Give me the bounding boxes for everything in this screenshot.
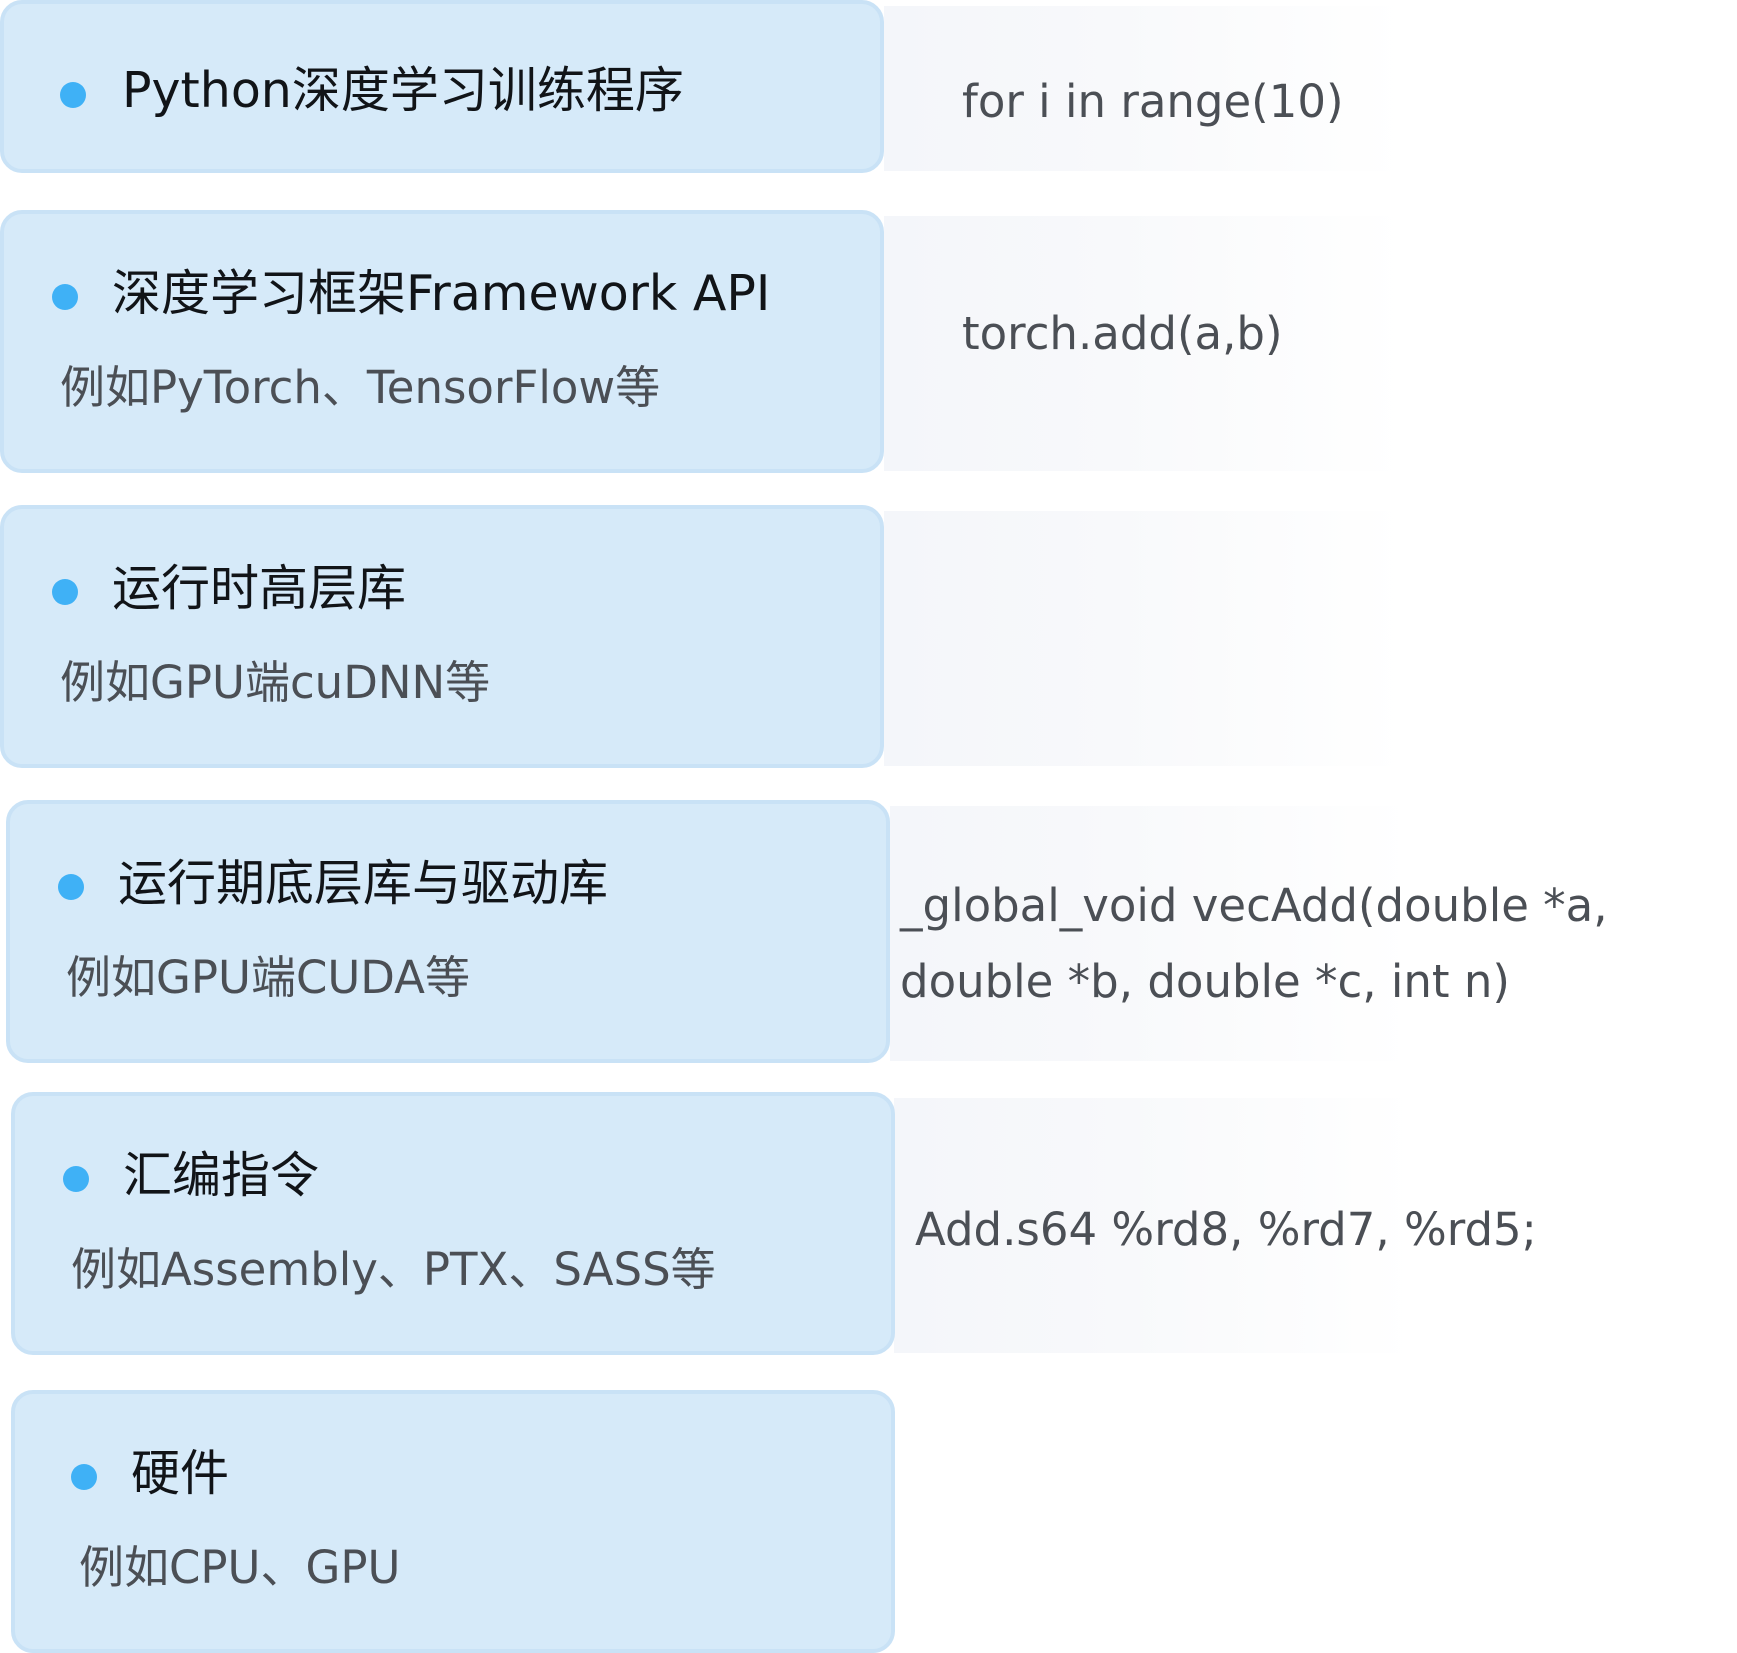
bullet-dot-icon [71, 1464, 97, 1490]
code-line: _global_void vecAdd(double *a, [900, 879, 1608, 932]
layer-title: 汇编指令 [123, 1147, 320, 1204]
layer-runtime-low-level-and-driver: 运行期底层库与驱动库 例如GPU端CUDA等 _global_void vecA… [0, 800, 1737, 1063]
code-example: Add.s64 %rd8, %rd7, %rd5; [915, 1192, 1537, 1268]
layer-title: 运行期底层库与驱动库 [118, 855, 609, 912]
layer-title: 硬件 [131, 1445, 230, 1502]
layer-card: 深度学习框架Framework API 例如PyTorch、TensorFlow… [0, 210, 884, 473]
code-example: torch.add(a,b) [962, 296, 1283, 372]
layer-title: 深度学习框架Framework API [112, 265, 771, 322]
layer-python-program: Python深度学习训练程序 for i in range(10) [0, 0, 1737, 173]
code-line: torch.add(a,b) [962, 307, 1283, 360]
layer-title: 运行时高层库 [112, 560, 407, 617]
layer-card: 汇编指令 例如Assembly、PTX、SASS等 [11, 1092, 895, 1355]
code-line: for i in range(10) [962, 75, 1344, 128]
layer-card: 硬件 例如CPU、GPU [11, 1390, 895, 1653]
layer-subtitle: 例如GPU端CUDA等 [66, 951, 470, 1004]
layer-subtitle: 例如Assembly、PTX、SASS等 [71, 1243, 716, 1296]
code-example-background [884, 511, 1404, 766]
code-example: _global_void vecAdd(double *a, double *b… [900, 868, 1608, 1020]
bullet-dot-icon [58, 874, 84, 900]
layer-assembly-instructions: 汇编指令 例如Assembly、PTX、SASS等 Add.s64 %rd8, … [0, 1092, 1737, 1355]
bullet-dot-icon [52, 284, 78, 310]
code-line: Add.s64 %rd8, %rd7, %rd5; [915, 1203, 1537, 1256]
layer-subtitle: 例如GPU端cuDNN等 [60, 656, 491, 709]
layer-subtitle: 例如PyTorch、TensorFlow等 [60, 361, 661, 414]
bullet-dot-icon [63, 1166, 89, 1192]
layer-hardware: 硬件 例如CPU、GPU [0, 1390, 1737, 1653]
bullet-dot-icon [52, 579, 78, 605]
layer-title: Python深度学习训练程序 [122, 62, 684, 119]
bullet-dot-icon [60, 82, 86, 108]
code-example: for i in range(10) [962, 64, 1344, 140]
layer-card: 运行时高层库 例如GPU端cuDNN等 [0, 505, 884, 768]
layer-subtitle: 例如CPU、GPU [79, 1541, 401, 1594]
code-line: double *b, double *c, int n) [900, 955, 1510, 1008]
layer-card: 运行期底层库与驱动库 例如GPU端CUDA等 [6, 800, 890, 1063]
layer-card: Python深度学习训练程序 [0, 0, 884, 173]
layer-runtime-high-level-library: 运行时高层库 例如GPU端cuDNN等 [0, 505, 1737, 768]
layer-framework-api: 深度学习框架Framework API 例如PyTorch、TensorFlow… [0, 210, 1737, 473]
